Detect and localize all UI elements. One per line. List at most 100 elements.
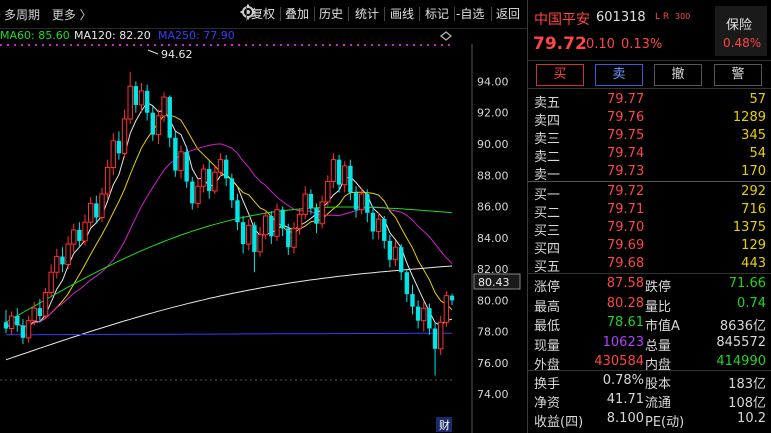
bid-price[interactable]: 79.72: [607, 184, 644, 199]
stock-tag-sub: 300: [675, 12, 691, 21]
sell-button[interactable]: 卖: [595, 64, 643, 86]
back-button[interactable]: 返回: [496, 5, 520, 23]
stock-tags: L R: [655, 12, 670, 22]
bid-volume: 292: [741, 184, 766, 199]
ask-volume: 57: [749, 92, 766, 107]
stat-value: 0.78%: [602, 373, 644, 388]
quote-panel: 中国平安 601318 L R 300 保险 0.48% 79.72 0.10 …: [527, 0, 771, 433]
draw-line-button[interactable]: 画线: [390, 5, 414, 23]
bid-label: 买四: [534, 242, 561, 257]
stat-value: 80.28: [606, 295, 644, 311]
collapse-icon[interactable]: [440, 31, 452, 41]
stat-label: 最低: [534, 319, 561, 335]
candle: [438, 316, 444, 356]
toolbar-divider: [280, 7, 281, 21]
ma-legend: MA60: 85.60 MA120: 82.20 MA250: 77.90: [0, 28, 527, 44]
price-tick-label: 74.00: [477, 388, 509, 401]
stat-label: 总量: [645, 338, 672, 354]
stat-label: 涨停: [534, 280, 561, 295]
current-price-label: 80.43: [478, 276, 510, 289]
alert-button[interactable]: 警: [714, 64, 762, 86]
period-selector[interactable]: 多周期: [4, 8, 40, 22]
stat-label: 最高: [534, 299, 561, 315]
stat-value: 430584: [594, 354, 644, 370]
bid-label: 买三: [534, 224, 561, 239]
ask-volume: 345: [741, 128, 766, 143]
price-change: 0.10: [586, 37, 615, 52]
bid-volume: 443: [741, 256, 766, 271]
overlay-button[interactable]: 叠加: [285, 5, 309, 23]
bid-volume: 1375: [732, 220, 766, 235]
last-price: 79.72: [533, 34, 587, 54]
bid-volume: 716: [741, 202, 766, 217]
ask-label: 卖三: [534, 132, 561, 147]
stat-label: 现量: [534, 338, 561, 354]
ask-price[interactable]: 79.77: [607, 92, 644, 107]
toolbar-divider: [348, 7, 349, 21]
restore-rights-button[interactable]: 复权: [251, 5, 275, 23]
price-tick-label: 86.00: [477, 201, 509, 214]
candle: [42, 287, 49, 320]
price-tick-label: 78.00: [477, 326, 509, 339]
stat-label: 股本: [645, 377, 672, 392]
earnings-marker[interactable]: 财: [436, 417, 452, 432]
ma250-label: MA250: 77.90: [158, 29, 235, 42]
stat-value: 87.58: [606, 276, 644, 291]
history-button[interactable]: 历史: [319, 5, 343, 23]
ask-price[interactable]: 79.76: [607, 110, 644, 125]
stock-code: 601318: [596, 10, 646, 25]
candle: [173, 131, 178, 177]
mark-button[interactable]: 标记: [425, 5, 449, 23]
ma60-label: MA60: 85.60: [0, 29, 70, 42]
bid-price[interactable]: 79.69: [607, 238, 644, 253]
price-tick-label: 88.00: [477, 169, 509, 182]
stat-value: 108亿: [728, 396, 766, 411]
more-menu[interactable]: 更多 〉: [52, 8, 92, 22]
cancel-order-button[interactable]: 撤: [654, 64, 702, 86]
stat-value: 71.66: [728, 276, 766, 291]
toolbar-divider: [314, 7, 315, 21]
bid-price[interactable]: 79.70: [607, 220, 644, 235]
kline-chart[interactable]: 94.0092.0090.0088.0086.0084.0082.0080.00…: [0, 44, 527, 433]
bid-price[interactable]: 79.68: [607, 256, 644, 271]
stat-value: 10.2: [737, 411, 766, 426]
stat-label: 收益(四): [534, 415, 584, 430]
toolbar-divider: [384, 7, 385, 21]
earnings-marker-label: 财: [439, 418, 450, 432]
stat-label: 跌停: [645, 280, 672, 295]
bid-volume: 129: [741, 238, 766, 253]
price-tick-label: 94.00: [477, 75, 509, 88]
ask-price[interactable]: 79.75: [607, 128, 644, 143]
chart-toolbar: 多周期 更多 〉 复权 叠加 历史 统计 画线 标记 -自选 返回: [0, 0, 527, 29]
high-label: 94.62: [161, 48, 193, 61]
stat-label: 流通: [645, 396, 672, 411]
ma120-label: MA120: 82.20: [74, 29, 151, 42]
price-tick-label: 92.00: [477, 107, 509, 120]
price-tick-label: 90.00: [477, 138, 509, 151]
toolbar-divider: [246, 7, 247, 21]
toolbar-divider: [419, 7, 420, 21]
price-tick-label: 84.00: [477, 232, 509, 245]
stat-value: 0.74: [737, 295, 766, 311]
price-tick-label: 76.00: [477, 357, 509, 370]
ask-price[interactable]: 79.73: [607, 164, 644, 179]
bid-label: 买二: [534, 206, 561, 221]
buy-button[interactable]: 买: [536, 64, 584, 86]
bid-label: 买一: [534, 188, 561, 203]
sector-box[interactable]: 保险 0.48%: [715, 6, 767, 56]
stat-label: 量比: [645, 299, 672, 315]
ask-price[interactable]: 79.74: [607, 146, 644, 161]
ask-label: 卖二: [534, 150, 561, 165]
sector-pct: 0.48%: [723, 36, 762, 50]
stat-label: 市值A: [645, 319, 680, 335]
stat-value: 78.61: [606, 315, 644, 331]
ask-volume: 170: [741, 164, 766, 179]
ask-volume: 54: [749, 146, 766, 161]
remove-watchlist-button[interactable]: -自选: [456, 5, 484, 23]
stat-label: 净资: [534, 396, 561, 411]
bid-price[interactable]: 79.71: [607, 202, 644, 217]
price-change-pct: 0.13%: [621, 37, 663, 52]
toolbar-left: 多周期 更多 〉: [4, 6, 100, 23]
statistics-button[interactable]: 统计: [355, 5, 379, 23]
ask-volume: 1289: [732, 110, 766, 125]
